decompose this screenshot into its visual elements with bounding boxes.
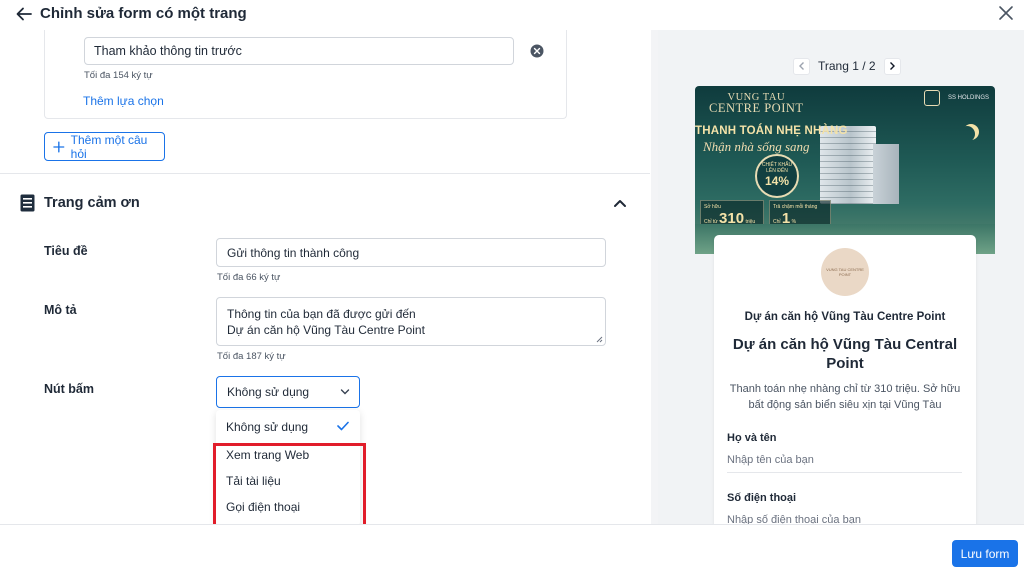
phone-field-label: Số điện thoại <box>727 492 797 504</box>
pager: Trang 1 / 2 <box>793 57 901 75</box>
project-logo: VUNG TAU CENTRE POINT <box>821 248 869 296</box>
thank-you-section-title: Trang cảm ơn <box>44 195 140 211</box>
chevron-right-icon <box>890 62 896 70</box>
project-logo-text: VUNG TAU CENTRE POINT <box>826 267 864 277</box>
footer: Lưu form <box>0 524 1024 576</box>
check-icon <box>337 421 349 431</box>
chevron-up-icon[interactable] <box>612 196 628 210</box>
arrow-left-icon[interactable] <box>14 4 34 24</box>
save-form-button[interactable]: Lưu form <box>952 540 1018 567</box>
banner-script: Nhận nhà sống sang <box>703 139 810 154</box>
preview-form-card: VUNG TAU CENTRE POINT Dự án căn hộ Vũng … <box>714 235 976 524</box>
clear-choice-icon[interactable] <box>530 44 544 58</box>
button-action-dropdown: Không sử dụng Xem trang Web Tải tài liệu… <box>216 410 360 526</box>
add-question-button[interactable]: Thêm một câu hỏi <box>44 132 165 161</box>
chevron-down-icon <box>340 389 350 395</box>
title-hint: Tối đa 66 ký tự <box>217 272 281 283</box>
name-field-input[interactable]: Nhập tên của bạn <box>727 454 962 473</box>
scrollbar-track[interactable] <box>651 30 658 524</box>
resize-handle-icon[interactable] <box>595 335 603 343</box>
page-title: Chỉnh sửa form có một trang <box>40 5 247 22</box>
prev-page-button[interactable] <box>793 57 810 75</box>
add-choice-link[interactable]: Thêm lựa chọn <box>83 94 164 108</box>
title-label: Tiêu đề <box>44 244 88 258</box>
project-logo-icon <box>923 90 940 106</box>
document-icon <box>20 194 35 212</box>
chevron-left-icon <box>798 62 804 70</box>
editor-panel: Tối đa 154 ký tự Thêm lựa chọn Thêm một … <box>0 30 650 526</box>
building-tower <box>820 126 876 204</box>
banner-image: VUNG TAU CENTRE POINT SS HOLDINGS THANH … <box>695 86 995 254</box>
select-value: Không sử dụng <box>227 385 310 399</box>
phone-field-input[interactable]: Nhập số điện thoại của bạn <box>727 514 962 524</box>
banner-logos: SS HOLDINGS <box>923 90 989 106</box>
dropdown-option-download[interactable]: Tải tài liệu <box>216 468 360 494</box>
developer-logo-text: SS HOLDINGS <box>947 95 989 101</box>
button-label: Nút bấm <box>44 382 94 396</box>
close-icon[interactable] <box>996 3 1016 23</box>
form-description: Thanh toán nhẹ nhàng chỉ từ 310 triệu. S… <box>729 383 961 411</box>
discount-badge: CHIẾT KHẤU LÊN ĐẾN 14% <box>755 154 799 198</box>
description-label: Mô tả <box>44 303 77 317</box>
title-input[interactable] <box>216 238 606 267</box>
option-label: Tải tài liệu <box>226 474 281 488</box>
banner-brand-line2: CENTRE POINT <box>709 101 804 115</box>
button-action-select[interactable]: Không sử dụng <box>216 376 360 408</box>
dropdown-option-view-web[interactable]: Xem trang Web <box>216 442 360 468</box>
form-subtitle: Dự án căn hộ Vũng Tàu Centre Point <box>744 311 946 323</box>
preview-panel: Trang 1 / 2 VUNG TAU CENTRE POINT SS HOL… <box>658 30 1024 524</box>
plus-icon <box>53 140 65 153</box>
header: Chỉnh sửa form có một trang <box>0 0 1024 30</box>
option-label: Không sử dụng <box>226 420 309 434</box>
description-textarea[interactable]: Thông tin của bạn đã được gửi đến Dự án … <box>216 297 606 346</box>
choice-input[interactable] <box>84 37 514 65</box>
name-field-label: Họ và tên <box>727 432 777 444</box>
option-label: Xem trang Web <box>226 448 310 462</box>
building-tower-secondary <box>873 144 899 204</box>
pager-text: Trang 1 / 2 <box>818 59 876 73</box>
dropdown-option-none[interactable]: Không sử dụng <box>216 412 360 442</box>
add-question-label: Thêm một câu hỏi <box>70 132 148 161</box>
moon-icon <box>959 126 975 142</box>
dropdown-option-call[interactable]: Gọi điện thoại <box>216 494 360 520</box>
option-label: Gọi điện thoại <box>226 500 301 514</box>
description-line-2: Dự án căn hộ Vũng Tàu Centre Point <box>227 323 425 337</box>
description-hint: Tối đa 187 ký tự <box>217 351 286 362</box>
badge-top: CHIẾT KHẤU LÊN ĐẾN <box>761 162 793 174</box>
form-heading: Dự án căn hộ Vũng Tàu Central Point <box>732 336 958 372</box>
banner-brand: VUNG TAU CENTRE POINT <box>709 92 804 114</box>
banner-headline: THANH TOÁN NHẸ NHÀNG <box>695 125 848 137</box>
choice-hint: Tối đa 154 ký tự <box>84 70 153 81</box>
badge-value: 14% <box>764 174 790 188</box>
description-line-1: Thông tin của bạn đã được gửi đến <box>227 307 416 321</box>
section-divider <box>0 173 650 174</box>
next-page-button[interactable] <box>883 57 901 75</box>
